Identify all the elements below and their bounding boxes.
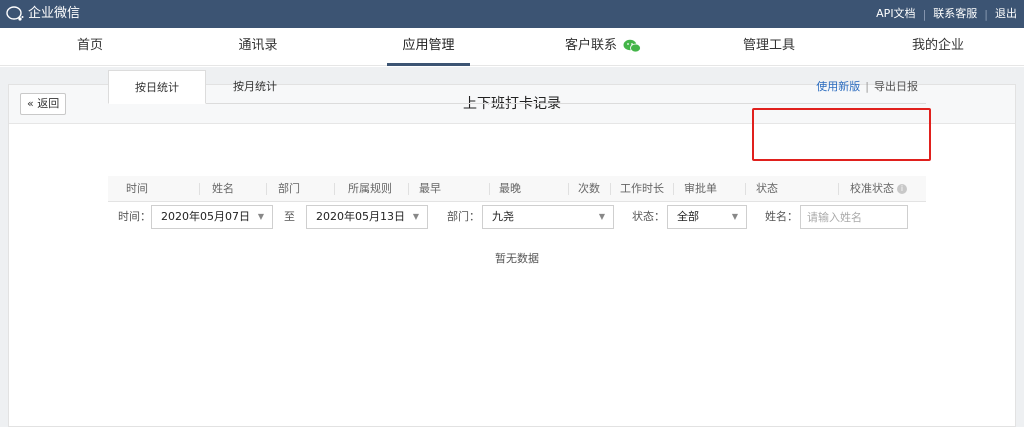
highlight-box [752,108,931,161]
column-separator [408,183,409,195]
column-time: 时间 [126,182,148,195]
start-date-select[interactable]: 2020年05月07日 ▼ [151,205,273,229]
department-label: 部门： [447,210,480,223]
column-earliest: 最早 [419,182,441,195]
department-value: 九尧 [492,210,514,223]
column-calibration-status: 校准状态 i [850,176,907,202]
end-date-select[interactable]: 2020年05月13日 ▼ [306,205,428,229]
to-label: 至 [284,210,295,223]
app-title: 企业微信 [28,6,81,21]
app-logo[interactable]: 企业微信 [6,4,80,24]
column-work-hours: 工作时长 [620,182,664,195]
tab-monthly-stats[interactable]: 按月统计 [206,70,304,104]
logout-link[interactable]: 退出 [988,0,1024,28]
caret-down-icon: ▼ [731,212,738,221]
start-date-value: 2020年05月07日 [161,210,250,223]
caret-down-icon: ▼ [598,212,605,221]
report-links: 使用新版 | 导出日报 [816,78,918,94]
column-latest: 最晚 [499,182,521,195]
column-separator [489,183,490,195]
time-label: 时间： [118,210,151,223]
empty-state-text: 暂无数据 [495,252,539,265]
top-bar: 企业微信 API文档 | 联系客服 | 退出 [0,0,1024,28]
divider: | [865,79,869,93]
table-header: 时间 姓名 部门 所属规则 最早 最晚 次数 工作时长 审批单 状态 校准状态 i [108,176,926,202]
status-value: 全部 [677,210,699,223]
wecom-logo-icon [6,6,24,21]
tab-daily-stats[interactable]: 按日统计 [108,70,206,104]
main-nav: 首页 通讯录 应用管理 客户联系 管理工具 我的企业 [0,28,1024,66]
department-select[interactable]: 九尧 ▼ [482,205,614,229]
column-separator [610,183,611,195]
nav-app-management[interactable]: 应用管理 [387,28,470,66]
column-separator [838,183,839,195]
nav-customer-contact[interactable]: 客户联系 [558,28,648,66]
column-separator [266,183,267,195]
export-daily-report-link[interactable]: 导出日报 [874,78,918,94]
contact-support-link[interactable]: 联系客服 [926,0,984,28]
name-search-input[interactable] [800,205,908,229]
column-separator [334,183,335,195]
end-date-value: 2020年05月13日 [316,210,405,223]
tabs-divider [108,103,926,104]
column-count: 次数 [578,182,600,195]
column-name: 姓名 [212,182,234,195]
status-label: 状态： [632,210,665,223]
column-rule: 所属规则 [348,182,392,195]
back-button[interactable]: « 返回 [20,93,67,115]
caret-down-icon: ▼ [257,212,264,221]
top-links: API文档 | 联系客服 | 退出 [869,0,1024,28]
name-label: 姓名： [765,210,798,223]
info-icon[interactable]: i [897,184,907,194]
status-select[interactable]: 全部 ▼ [667,205,747,229]
column-approval: 审批单 [684,182,717,195]
column-separator [568,183,569,195]
caret-down-icon: ▼ [412,212,419,221]
nav-my-company[interactable]: 我的企业 [910,28,966,66]
column-separator [745,183,746,195]
nav-admin-tools[interactable]: 管理工具 [741,28,797,66]
nav-home[interactable]: 首页 [70,28,110,66]
column-status: 状态 [756,182,778,195]
use-new-version-link[interactable]: 使用新版 [816,78,860,94]
nav-contacts[interactable]: 通讯录 [232,28,284,66]
nav-customer-contact-label: 客户联系 [564,38,617,53]
wechat-icon [623,39,641,52]
api-docs-link[interactable]: API文档 [869,0,922,28]
column-calibration-status-label: 校准状态 [850,182,894,195]
column-separator [199,183,200,195]
column-separator [673,183,674,195]
column-department: 部门 [278,182,300,195]
